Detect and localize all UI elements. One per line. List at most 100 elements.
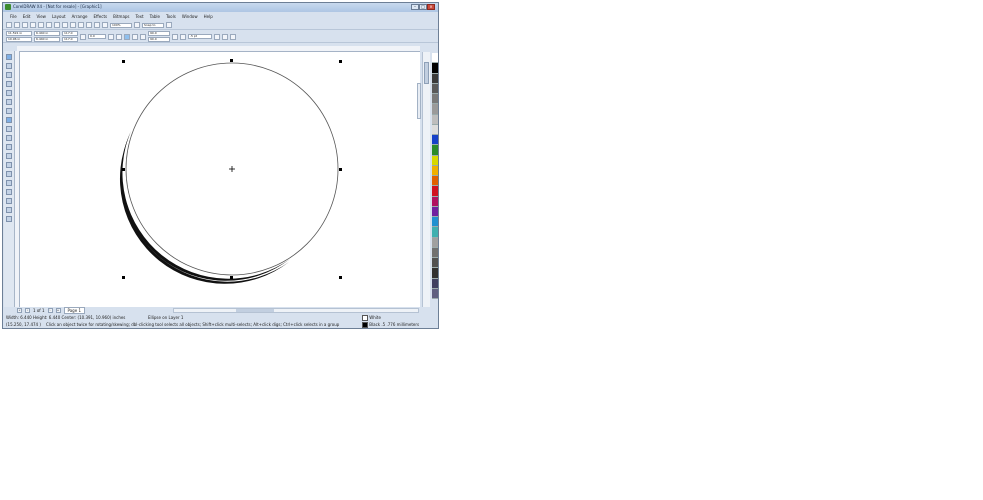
palette-swatch[interactable]: [432, 186, 438, 197]
maximize-button[interactable]: □: [419, 4, 427, 10]
freehand-tool-icon[interactable]: [6, 90, 12, 96]
handle-bottom-center[interactable]: [230, 276, 233, 279]
palette-swatch[interactable]: [432, 196, 438, 207]
menu-arrange[interactable]: Arrange: [69, 13, 91, 20]
connector-tool-icon[interactable]: [6, 171, 12, 177]
palette-swatch[interactable]: [432, 73, 438, 84]
import-icon[interactable]: [78, 22, 84, 28]
palette-swatch[interactable]: [432, 237, 438, 248]
ellipse-mode-icon[interactable]: [124, 33, 130, 40]
handle-bottom-right[interactable]: [339, 276, 342, 279]
palette-swatch[interactable]: [432, 206, 438, 217]
palette-swatch[interactable]: [432, 268, 438, 279]
options-icon[interactable]: [166, 22, 172, 28]
horizontal-scroll-thumb[interactable]: [236, 309, 274, 312]
scale-x-field[interactable]: 117.0: [62, 31, 78, 36]
menu-window[interactable]: Window: [179, 13, 201, 20]
redo-icon[interactable]: [70, 22, 76, 28]
handle-middle-left[interactable]: [122, 168, 125, 171]
mirror-horizontal-icon[interactable]: [108, 33, 114, 40]
palette-swatch[interactable]: [432, 247, 438, 258]
crop-tool-icon[interactable]: [6, 72, 12, 78]
outline-color-swatch[interactable]: [362, 322, 368, 328]
menu-layout[interactable]: Layout: [49, 13, 69, 20]
blend-tool-icon[interactable]: [6, 180, 12, 186]
y-position-field[interactable]: 10.96 in: [6, 37, 32, 42]
handle-top-center[interactable]: [230, 59, 233, 62]
parallel-dimension-tool-icon[interactable]: [6, 162, 12, 168]
eyedropper-tool-icon[interactable]: [6, 189, 12, 195]
export-icon[interactable]: [86, 22, 92, 28]
menu-bitmaps[interactable]: Bitmaps: [110, 13, 132, 20]
menu-file[interactable]: File: [7, 13, 20, 20]
shape-tool-icon[interactable]: [6, 63, 12, 69]
convert-to-curves-icon[interactable]: [230, 33, 236, 40]
docker-tab[interactable]: [417, 83, 421, 119]
object-height-field[interactable]: 6.440 in: [34, 37, 60, 42]
print-icon[interactable]: [30, 22, 36, 28]
palette-swatch[interactable]: [432, 124, 438, 135]
palette-swatch[interactable]: [432, 217, 438, 228]
mirror-vertical-icon[interactable]: [116, 33, 122, 40]
palette-swatch[interactable]: [432, 155, 438, 166]
menu-help[interactable]: Help: [201, 13, 216, 20]
palette-swatch[interactable]: [432, 63, 438, 74]
open-folder-icon[interactable]: [14, 22, 20, 28]
close-button[interactable]: ×: [427, 4, 435, 10]
outline-tool-icon[interactable]: [6, 198, 12, 204]
end-angle-field[interactable]: 90.0: [148, 37, 170, 42]
vertical-scrollbar[interactable]: [422, 52, 430, 307]
menu-view[interactable]: View: [33, 13, 49, 20]
handle-bottom-left[interactable]: [122, 276, 125, 279]
paste-icon[interactable]: [54, 22, 60, 28]
pie-mode-icon[interactable]: [132, 33, 138, 40]
page-tab[interactable]: Page 1: [63, 307, 85, 314]
fill-tool-icon[interactable]: [6, 207, 12, 213]
palette-swatch[interactable]: [432, 114, 438, 125]
lock-ratio-icon[interactable]: [80, 33, 86, 40]
palette-swatch[interactable]: [432, 135, 438, 146]
basic-shapes-tool-icon[interactable]: [6, 135, 12, 141]
first-page-icon[interactable]: «: [17, 308, 22, 313]
object-width-field[interactable]: 6.440 in: [34, 31, 60, 36]
palette-swatch[interactable]: [432, 165, 438, 176]
x-position-field[interactable]: 11.591 in: [6, 31, 32, 36]
handle-top-right[interactable]: [339, 60, 342, 63]
handle-middle-right[interactable]: [339, 168, 342, 171]
scale-y-field[interactable]: 117.0: [62, 37, 78, 42]
next-page-icon[interactable]: ›: [47, 308, 53, 313]
pick-tool-icon[interactable]: [6, 54, 12, 60]
minimize-button[interactable]: –: [411, 4, 419, 10]
polygon-tool-icon[interactable]: [6, 126, 12, 132]
rectangle-tool-icon[interactable]: [6, 108, 12, 114]
palette-swatch[interactable]: [432, 94, 438, 105]
palette-swatch[interactable]: [432, 258, 438, 269]
ellipse-tool-icon[interactable]: [6, 117, 12, 123]
previous-page-icon[interactable]: ‹: [25, 308, 30, 313]
outline-width-dropdown[interactable]: .5 pt: [188, 34, 212, 39]
start-angle-field[interactable]: 90.0: [148, 31, 170, 36]
cut-icon[interactable]: [38, 22, 44, 28]
palette-swatch[interactable]: [432, 288, 438, 299]
menu-edit[interactable]: Edit: [20, 13, 34, 20]
palette-swatch[interactable]: [432, 278, 438, 289]
horizontal-scrollbar[interactable]: [173, 308, 419, 313]
snap-to-dropdown[interactable]: Snap to: [142, 22, 164, 28]
menu-text[interactable]: Text: [133, 13, 147, 20]
palette-swatch[interactable]: [432, 227, 438, 238]
menu-table[interactable]: Table: [147, 13, 163, 20]
menu-tools[interactable]: Tools: [163, 13, 179, 20]
to-back-icon[interactable]: [222, 33, 228, 40]
handle-top-left[interactable]: [122, 60, 125, 63]
new-document-icon[interactable]: [6, 22, 12, 28]
welcome-screen-icon[interactable]: [102, 22, 108, 28]
crescent-shape[interactable]: [120, 131, 290, 281]
palette-swatch[interactable]: [432, 53, 438, 64]
palette-swatch[interactable]: [432, 145, 438, 156]
zoom-tool-icon[interactable]: [6, 81, 12, 87]
drawing-surface[interactable]: [20, 52, 420, 307]
table-tool-icon[interactable]: [6, 153, 12, 159]
palette-swatch[interactable]: [432, 176, 438, 187]
palette-swatch[interactable]: [432, 83, 438, 94]
text-tool-icon[interactable]: [6, 144, 12, 150]
